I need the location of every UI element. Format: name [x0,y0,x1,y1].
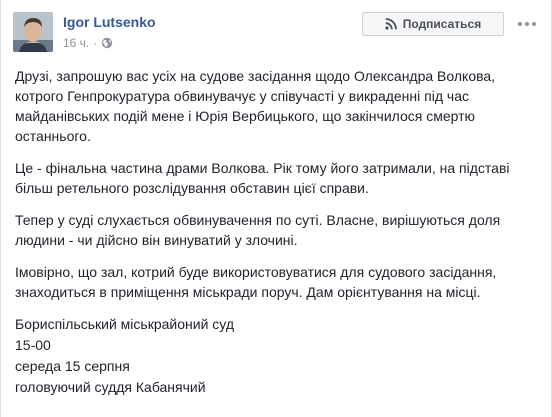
author-name[interactable]: Igor Lutsenko [63,14,156,30]
subscribe-button[interactable]: Подписаться [362,12,504,36]
post-header: Igor Lutsenko 16 ч. · Подписаться [1,0,551,60]
detail-line: середа 15 серпня [15,358,130,374]
detail-line: Бориспільський міськрайоний суд [15,316,234,332]
facebook-post: Igor Lutsenko 16 ч. · Подписаться Друзі,… [0,0,552,417]
post-paragraph: Тепер у суді слухається обвинувачення по… [15,212,501,248]
separator-dot: · [93,36,98,50]
post-paragraph: Друзі, запрошую вас усіх на судове засід… [15,68,496,144]
post-timestamp[interactable]: 16 ч. [63,36,89,50]
more-horizontal-icon [518,22,522,26]
more-dot [532,22,536,26]
subscribe-label: Подписаться [402,17,482,31]
court-details: Бориспільський міськрайоний суд 15-00 се… [15,314,535,398]
globe-icon [102,37,113,49]
more-dot [525,22,529,26]
more-options-button[interactable] [515,14,539,34]
detail-line: 15-00 [15,337,51,353]
avatar-image [13,12,53,52]
rss-icon [385,18,397,30]
post-paragraph: Імовірно, що зал, котрий буде використов… [15,264,497,300]
post-meta: 16 ч. · [63,36,113,50]
post-content: Друзі, запрошую вас усіх на судове засід… [15,66,535,398]
avatar[interactable] [13,12,53,52]
detail-line: головуючий суддя Кабанячий [15,379,206,395]
post-paragraph: Це - фінальна частина драми Волкова. Рік… [15,160,510,196]
